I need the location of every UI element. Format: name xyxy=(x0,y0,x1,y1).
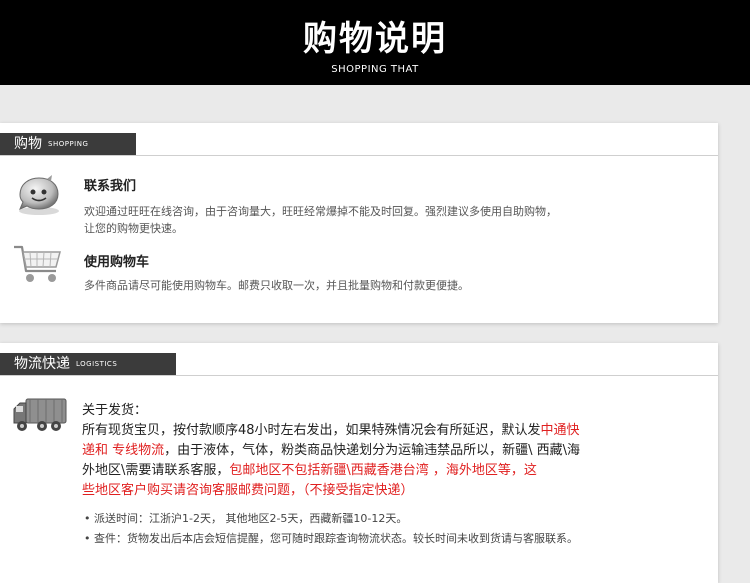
shipping-line-1: 所有现货宝贝，按付款顺序48小时左右发出，如果特殊情况会有所延迟，默认发中通快 xyxy=(82,421,692,441)
tab-divider xyxy=(0,375,718,376)
contact-us-desc-line2: 让您的购物更快速。 xyxy=(84,222,183,235)
tab-shopping: 购物 SHOPPING xyxy=(0,133,136,155)
logistics-panel: 物流快递 LOGISTICS 关于发货： 所有现货宝贝，按付款顺序48小时左右发… xyxy=(0,343,718,583)
shipping-line-1-text: 所有现货宝贝，按付款顺序48小时左右发出，如果特殊情况会有所延迟，默认发 xyxy=(82,423,541,438)
tab-divider xyxy=(0,155,718,156)
use-cart-desc: 多件商品请尽可能使用购物车。邮费只收取一次，并且批量购物和付款更便捷。 xyxy=(84,279,469,292)
tab-logistics: 物流快递 LOGISTICS xyxy=(0,353,176,375)
shipping-line-3: 外地区\需要请联系客服，包邮地区不包括新疆\西藏香港台湾 ，海外地区等，这 xyxy=(82,461,692,481)
page-header: 购物说明 SHOPPING THAT xyxy=(0,0,750,85)
shipping-line-3-text: 外地区\需要请联系客服， xyxy=(82,463,230,478)
contact-us-title: 联系我们 xyxy=(84,179,137,194)
shopping-cart-icon xyxy=(12,243,64,287)
shipping-line-2-text: ，由于液体，气体，粉类商品快递划分为运输违禁品所以，新疆\ 西藏\海 xyxy=(164,443,581,458)
shipping-info-text: 关于发货： 所有现货宝贝，按付款顺序48小时左右发出，如果特殊情况会有所延迟，默… xyxy=(82,401,692,501)
shipping-heading: 关于发货： xyxy=(82,403,148,418)
shipping-line-3-highlight: 包邮地区不包括新疆\西藏香港台湾 ，海外地区等，这 xyxy=(229,463,537,478)
use-cart-title: 使用购物车 xyxy=(84,255,150,270)
contact-us-desc-line1: 欢迎通过旺旺在线咨询，由于咨询量大，旺旺经常爆掉不能及时回复。强烈建议多使用自助… xyxy=(84,205,557,218)
delivery-truck-icon xyxy=(12,393,68,435)
delivery-time-note: • 派送时间：江浙沪1-2天， 其他地区2-5天，西藏新疆10-12天。 xyxy=(84,512,408,525)
page-subtitle: SHOPPING THAT xyxy=(331,64,419,75)
shipping-line-2: 递和 专线物流，由于液体，气体，粉类商品快递划分为运输违禁品所以，新疆\ 西藏\… xyxy=(82,441,692,461)
tab-logistics-label: 物流快递 xyxy=(14,356,70,372)
tab-shopping-en-label: SHOPPING xyxy=(48,140,89,148)
tab-logistics-en-label: LOGISTICS xyxy=(76,360,118,368)
tracking-note: • 查件：货物发出后本店会短信提醒，您可随时跟踪查询物流状态。较长时间未收到货请… xyxy=(84,532,578,545)
shipping-line-4-highlight: 些地区客户购买请咨询客服邮费问题，（不接受指定快递） xyxy=(82,483,414,498)
tab-shopping-label: 购物 xyxy=(14,136,42,152)
shipping-line-2-highlight: 递和 专线物流 xyxy=(82,443,165,458)
shipping-line-1-highlight: 中通快 xyxy=(540,423,580,438)
shopping-panel: 购物 SHOPPING 联系我们 欢迎通过旺旺在线咨询，由于咨询量大，旺旺经常爆… xyxy=(0,123,718,323)
wangwang-chat-icon[interactable] xyxy=(14,175,64,217)
page-title: 购物说明 xyxy=(303,19,447,59)
shipping-line-4: 些地区客户购买请咨询客服邮费问题，（不接受指定快递） xyxy=(82,481,692,501)
